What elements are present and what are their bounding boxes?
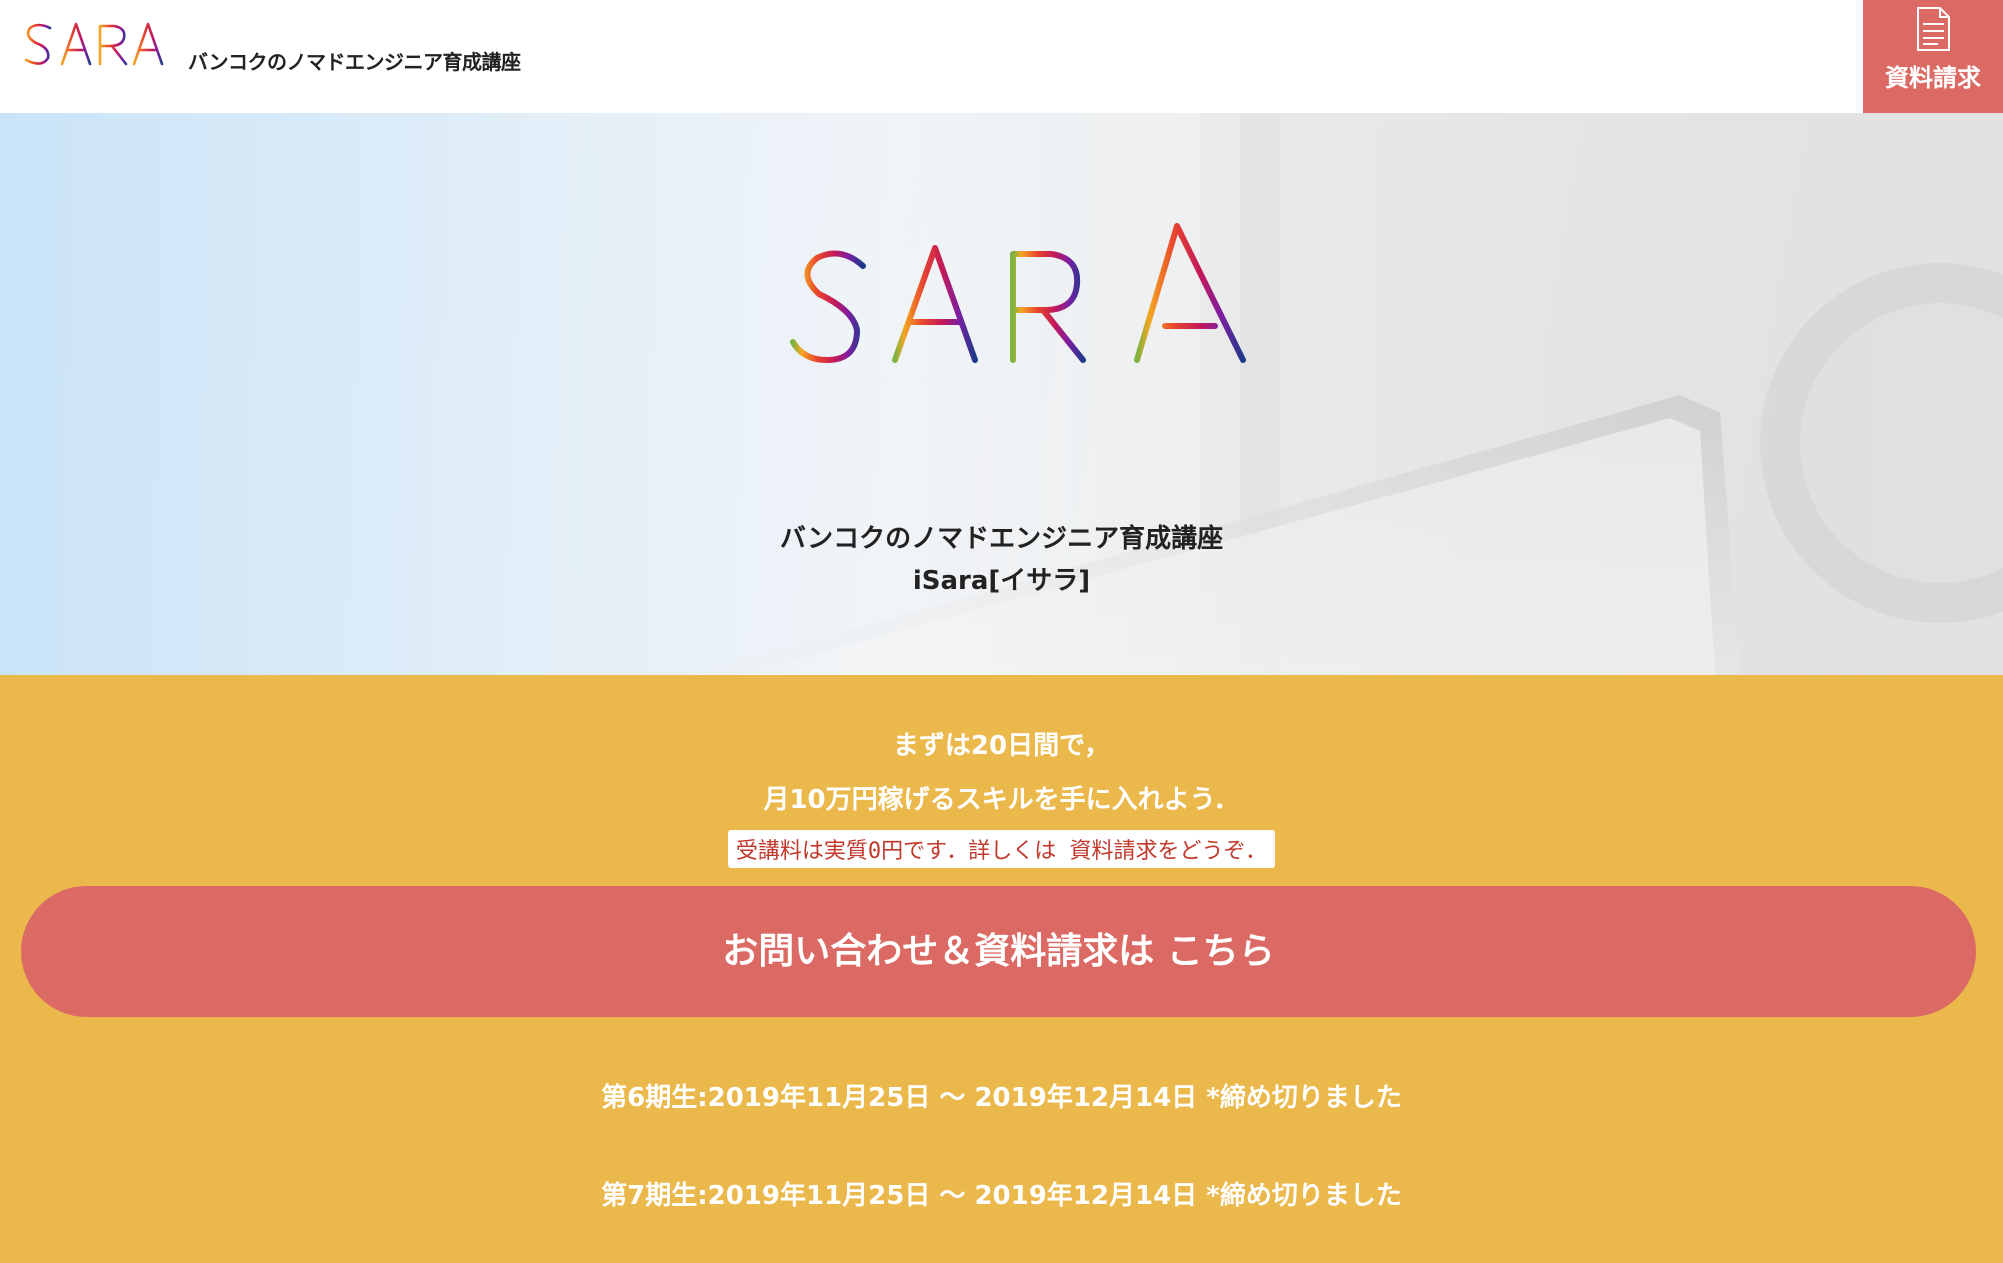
catch-copy-line-2: 月10万円稼げるスキルを手に入れよう． <box>763 785 1240 815</box>
fee-note: 受講料は実質0円です．詳しくは 資料請求をどうぞ． <box>727 830 1276 868</box>
document-icon <box>1917 7 1950 51</box>
term-6-schedule: 第6期生:2019年11月25日 〜 2019年12月14日 *締め切りました <box>601 1083 1402 1113</box>
fee-note-container: 受講料は実質0円です．詳しくは 資料請求をどうぞ． <box>0 830 2003 868</box>
header-tagline: バンコクのノマドエンジニア育成講座 <box>188 50 521 74</box>
request-materials-button[interactable]: 資料請求 <box>1863 0 2003 113</box>
catch-copy-line-1: まずは20日間で， <box>892 731 1111 761</box>
term-7-schedule: 第7期生:2019年11月25日 〜 2019年12月14日 *締め切りました <box>601 1181 1402 1211</box>
hero-subtitle: バンコクのノマドエンジニア育成講座 <box>779 524 1224 554</box>
hero-brand-name: iSara[イサラ] <box>912 566 1091 596</box>
cta-section: まずは20日間で， 月10万円稼げるスキルを手に入れよう． 受講料は実質0円です… <box>0 675 2003 1263</box>
contact-request-button[interactable]: お問い合わせ＆資料請求は こちら <box>21 886 1976 1017</box>
hero-section: バンコクのノマドエンジニア育成講座 iSara[イサラ] <box>0 113 2003 675</box>
isara-header-logo[interactable] <box>10 18 182 68</box>
site-header: バンコクのノマドエンジニア育成講座 資料請求 <box>0 0 2003 113</box>
isara-hero-logo <box>748 221 1246 363</box>
request-button-label: 資料請求 <box>1885 64 1981 92</box>
